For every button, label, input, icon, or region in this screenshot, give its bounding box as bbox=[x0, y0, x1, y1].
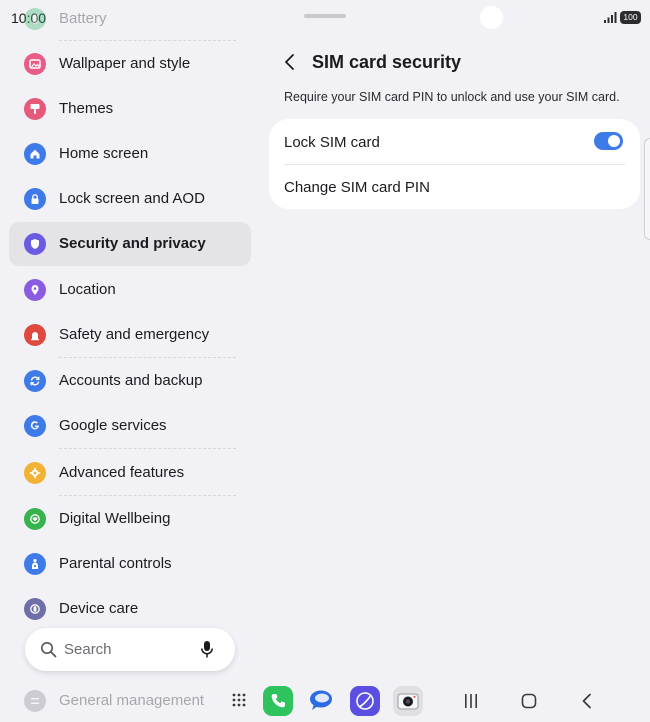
themes-icon bbox=[24, 98, 46, 120]
messages-app-icon[interactable] bbox=[306, 686, 336, 716]
divider bbox=[59, 357, 236, 358]
menu-item-label: Device care bbox=[59, 600, 139, 617]
menu-item-label: Location bbox=[59, 281, 116, 298]
menu-item-wallpaper[interactable]: Wallpaper and style bbox=[9, 42, 251, 86]
menu-item-label: Advanced features bbox=[59, 464, 185, 481]
divider bbox=[59, 448, 236, 449]
menu-item-label: Digital Wellbeing bbox=[59, 510, 171, 527]
battery-icon bbox=[24, 8, 46, 30]
menu-item-general-management[interactable]: General management bbox=[9, 679, 251, 722]
parental-icon bbox=[24, 553, 46, 575]
menu-item-accounts-backup[interactable]: Accounts and backup bbox=[9, 359, 251, 403]
microphone-icon[interactable] bbox=[200, 640, 214, 659]
divider bbox=[284, 164, 625, 165]
page-title: SIM card security bbox=[312, 52, 462, 72]
shield-icon bbox=[24, 233, 46, 255]
menu-item-label: Lock screen and AOD bbox=[59, 190, 205, 207]
menu-item-label: Google services bbox=[59, 417, 167, 434]
management-icon bbox=[24, 690, 46, 712]
wallpaper-icon bbox=[24, 53, 46, 75]
change-sim-pin-item[interactable]: Change SIM card PIN bbox=[284, 179, 430, 196]
menu-item-label: Home screen bbox=[59, 145, 149, 162]
menu-item-battery[interactable]: Battery bbox=[9, 0, 251, 40]
search-input[interactable]: Search bbox=[25, 628, 235, 671]
phone-app-icon[interactable] bbox=[263, 686, 293, 716]
camera-cutout bbox=[480, 6, 503, 29]
menu-item-label: Wallpaper and style bbox=[59, 55, 191, 72]
gear-star-icon bbox=[24, 462, 46, 484]
menu-item-parental-controls[interactable]: Parental controls bbox=[9, 542, 251, 586]
sync-icon bbox=[24, 370, 46, 392]
menu-item-label: Accounts and backup bbox=[59, 372, 203, 389]
lock-sim-label[interactable]: Lock SIM card bbox=[284, 134, 380, 151]
menu-item-digital-wellbeing[interactable]: Digital Wellbeing bbox=[9, 497, 251, 541]
menu-item-google-services[interactable]: Google services bbox=[9, 404, 251, 448]
device-care-icon bbox=[24, 598, 46, 620]
menu-item-label: Safety and emergency bbox=[59, 326, 210, 343]
edge-panel-handle[interactable] bbox=[644, 138, 650, 240]
menu-item-advanced-features[interactable]: Advanced features bbox=[9, 451, 251, 495]
search-placeholder: Search bbox=[64, 641, 112, 658]
battery-indicator: 100 bbox=[620, 11, 641, 24]
home-icon bbox=[24, 143, 46, 165]
camera-app-icon[interactable] bbox=[393, 686, 423, 716]
internet-app-icon[interactable] bbox=[350, 686, 380, 716]
menu-item-label: Parental controls bbox=[59, 555, 172, 572]
menu-item-label: Security and privacy bbox=[59, 235, 206, 252]
search-icon bbox=[41, 642, 57, 658]
menu-item-home-screen[interactable]: Home screen bbox=[9, 132, 251, 176]
recent-apps-icon[interactable] bbox=[462, 692, 480, 710]
sim-settings-card: Lock SIM card Change SIM card PIN bbox=[269, 119, 640, 209]
menu-item-label: Battery bbox=[59, 10, 107, 27]
menu-item-location[interactable]: Location bbox=[9, 268, 251, 312]
lock-icon bbox=[24, 188, 46, 210]
location-icon bbox=[24, 279, 46, 301]
drag-handle[interactable] bbox=[304, 14, 346, 18]
back-arrow-icon[interactable] bbox=[280, 52, 300, 72]
menu-item-safety-emergency[interactable]: Safety and emergency bbox=[9, 313, 251, 357]
wellbeing-icon bbox=[24, 508, 46, 530]
google-icon bbox=[24, 415, 46, 437]
app-drawer-icon[interactable] bbox=[231, 692, 247, 708]
lock-sim-toggle[interactable] bbox=[594, 132, 623, 150]
menu-item-label: General management bbox=[59, 692, 205, 709]
settings-list: Battery Wallpaper and style Themes Home … bbox=[0, 0, 260, 722]
emergency-icon bbox=[24, 324, 46, 346]
menu-item-themes[interactable]: Themes bbox=[9, 87, 251, 131]
toggle-knob bbox=[608, 135, 620, 147]
menu-item-device-care[interactable]: Device care bbox=[9, 587, 251, 631]
page-description: Require your SIM card PIN to unlock and … bbox=[284, 90, 620, 104]
menu-item-lock-screen[interactable]: Lock screen and AOD bbox=[9, 177, 251, 221]
back-nav-icon[interactable] bbox=[578, 692, 596, 710]
menu-item-label: Themes bbox=[59, 100, 114, 117]
signal-icon bbox=[604, 12, 617, 23]
home-button-icon[interactable] bbox=[520, 692, 538, 710]
divider bbox=[59, 495, 236, 496]
divider bbox=[59, 40, 236, 41]
menu-item-security-privacy[interactable]: Security and privacy bbox=[9, 222, 251, 266]
